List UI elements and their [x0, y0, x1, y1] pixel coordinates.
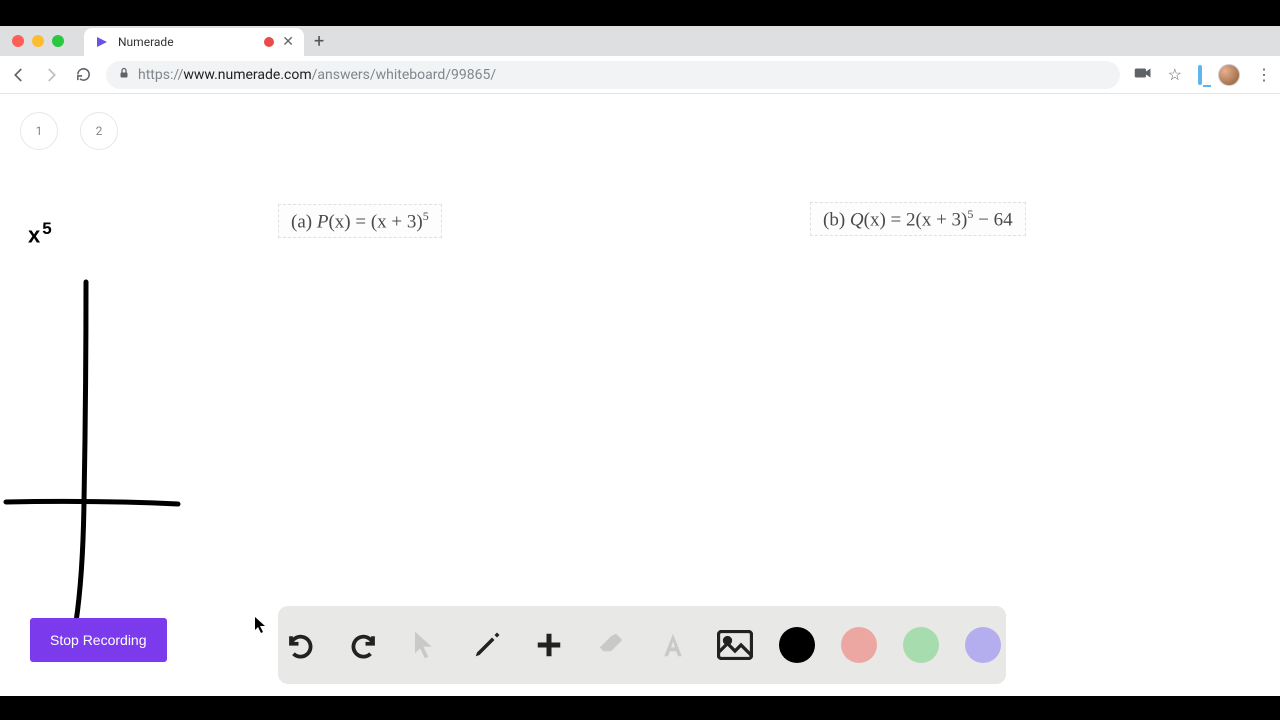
browser-tab[interactable]: Numerade ✕	[84, 28, 304, 56]
stop-recording-button[interactable]: Stop Recording	[30, 618, 167, 662]
add-tool[interactable]	[531, 627, 567, 663]
favicon-icon	[94, 34, 110, 50]
color-purple[interactable]	[965, 627, 1001, 663]
color-green[interactable]	[903, 627, 939, 663]
hand-drawn-axes	[2, 274, 202, 634]
minimize-window-button[interactable]	[32, 35, 44, 47]
url-text: https://www.numerade.com/answers/whitebo…	[138, 67, 496, 83]
mouse-cursor-icon	[254, 616, 268, 638]
redo-button[interactable]	[345, 627, 381, 663]
reload-button[interactable]	[74, 66, 92, 84]
window-controls	[8, 35, 74, 47]
color-black[interactable]	[779, 627, 815, 663]
tab-strip: Numerade ✕ +	[0, 26, 1280, 56]
new-tab-button[interactable]: +	[314, 31, 324, 52]
equation-b[interactable]: (b) Q(x) = 2(x + 3)5 − 64	[810, 202, 1026, 236]
cast-icon[interactable]	[1198, 67, 1202, 83]
maximize-window-button[interactable]	[52, 35, 64, 47]
close-tab-button[interactable]: ✕	[282, 34, 294, 50]
forward-button[interactable]	[42, 66, 60, 84]
tab-title: Numerade	[118, 35, 256, 49]
pointer-tool[interactable]	[407, 627, 443, 663]
page-tab-1[interactable]: 1	[20, 112, 58, 150]
close-window-button[interactable]	[12, 35, 24, 47]
color-red[interactable]	[841, 627, 877, 663]
lock-icon	[118, 67, 130, 82]
whiteboard-toolbar	[278, 606, 1006, 684]
whiteboard-canvas[interactable]: 1 2 (a) P(x) = (x + 3)5 (b) Q(x) = 2(x +…	[0, 94, 1280, 696]
profile-avatar[interactable]	[1218, 64, 1240, 86]
bookmark-icon[interactable]: ☆	[1168, 65, 1182, 84]
equation-a[interactable]: (a) P(x) = (x + 3)5	[278, 204, 442, 238]
page-tabs: 1 2	[20, 112, 118, 150]
camera-icon[interactable]	[1134, 66, 1152, 84]
menu-icon[interactable]: ⋮	[1256, 65, 1270, 84]
toolbar-right: ☆ ⋮	[1134, 64, 1270, 86]
address-bar: https://www.numerade.com/answers/whitebo…	[0, 56, 1280, 94]
back-button[interactable]	[10, 66, 28, 84]
url-bar[interactable]: https://www.numerade.com/answers/whitebo…	[106, 61, 1120, 89]
browser-window: Numerade ✕ + https://www.numerade.com/an…	[0, 26, 1280, 696]
pen-tool[interactable]	[469, 627, 505, 663]
undo-button[interactable]	[283, 627, 319, 663]
recording-indicator-icon	[264, 37, 274, 47]
image-tool[interactable]	[717, 627, 753, 663]
page-tab-2[interactable]: 2	[80, 112, 118, 150]
x-power-5-label: x5	[28, 219, 52, 248]
text-tool[interactable]	[655, 627, 691, 663]
eraser-tool[interactable]	[593, 627, 629, 663]
